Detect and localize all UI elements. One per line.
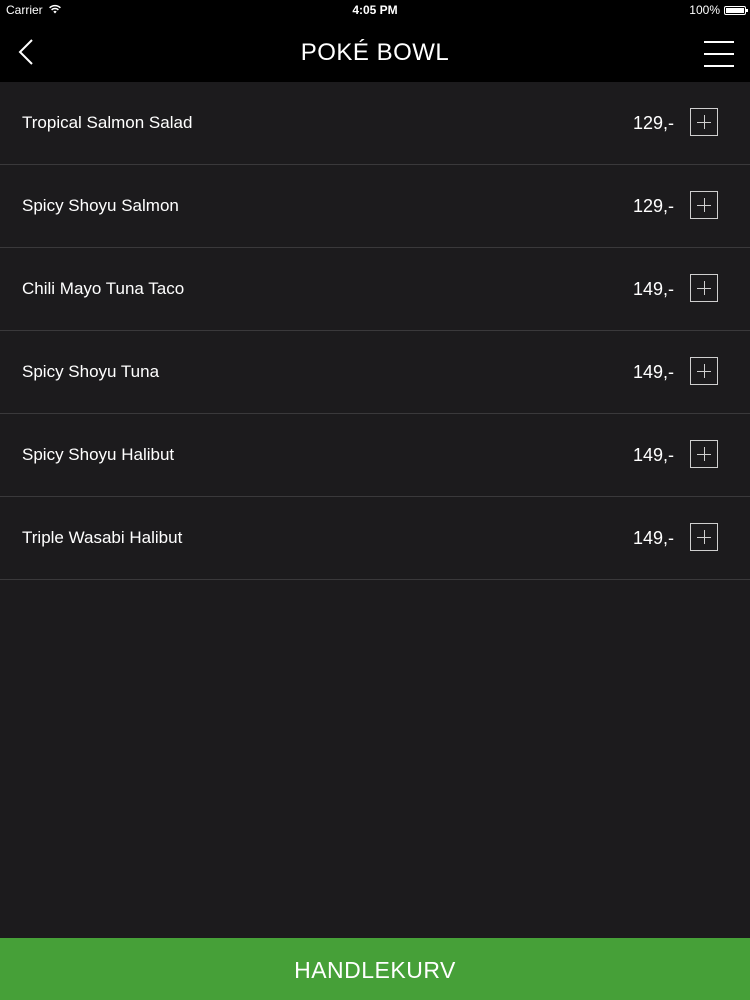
item-name: Spicy Shoyu Salmon [22, 196, 179, 215]
item-price: 149,- [632, 528, 674, 548]
list-item[interactable]: Triple Wasabi Halibut 149,- [0, 497, 750, 580]
item-name: Spicy Shoyu Halibut [22, 445, 175, 464]
item-price: 149,- [632, 362, 674, 382]
status-bar: Carrier 4:05 PM 100% [0, 0, 750, 22]
hamburger-menu-icon [704, 41, 734, 67]
plus-icon[interactable] [690, 191, 718, 219]
menu-button[interactable] [704, 41, 734, 69]
plus-icon[interactable] [690, 523, 718, 551]
item-name: Chili Mayo Tuna Taco [22, 279, 185, 298]
list-item[interactable]: Spicy Shoyu Halibut 149,- [0, 414, 750, 497]
app-screen: Carrier 4:05 PM 100% POKÉ BOWL Tropical … [0, 0, 750, 1000]
list-item[interactable]: Chili Mayo Tuna Taco 149,- [0, 248, 750, 331]
list-item[interactable]: Spicy Shoyu Tuna 149,- [0, 331, 750, 414]
battery-percent: 100% [689, 3, 720, 17]
status-time: 4:05 PM [352, 3, 398, 17]
plus-icon[interactable] [690, 108, 718, 136]
plus-icon[interactable] [690, 357, 718, 385]
item-price: 129,- [632, 113, 674, 133]
plus-icon[interactable] [690, 440, 718, 468]
battery-level [726, 7, 744, 13]
cart-button[interactable]: HANDLEKURV [0, 938, 750, 1000]
list-item[interactable]: Spicy Shoyu Salmon 129,- [0, 165, 750, 248]
item-name: Spicy Shoyu Tuna [22, 362, 160, 381]
item-price: 129,- [632, 196, 674, 216]
plus-icon[interactable] [690, 274, 718, 302]
item-name: Triple Wasabi Halibut [22, 528, 183, 547]
item-price: 149,- [632, 445, 674, 465]
page-title: POKÉ BOWL [300, 39, 450, 66]
item-price: 149,- [632, 279, 674, 299]
status-right: 100% [689, 3, 748, 17]
battery-icon [724, 5, 748, 15]
list-item[interactable]: Tropical Salmon Salad 129,- [0, 82, 750, 165]
navigation-bar: POKÉ BOWL [0, 22, 750, 82]
menu-list: Tropical Salmon Salad 129,- Spicy Shoyu … [0, 82, 750, 580]
item-name: Tropical Salmon Salad [22, 113, 193, 132]
